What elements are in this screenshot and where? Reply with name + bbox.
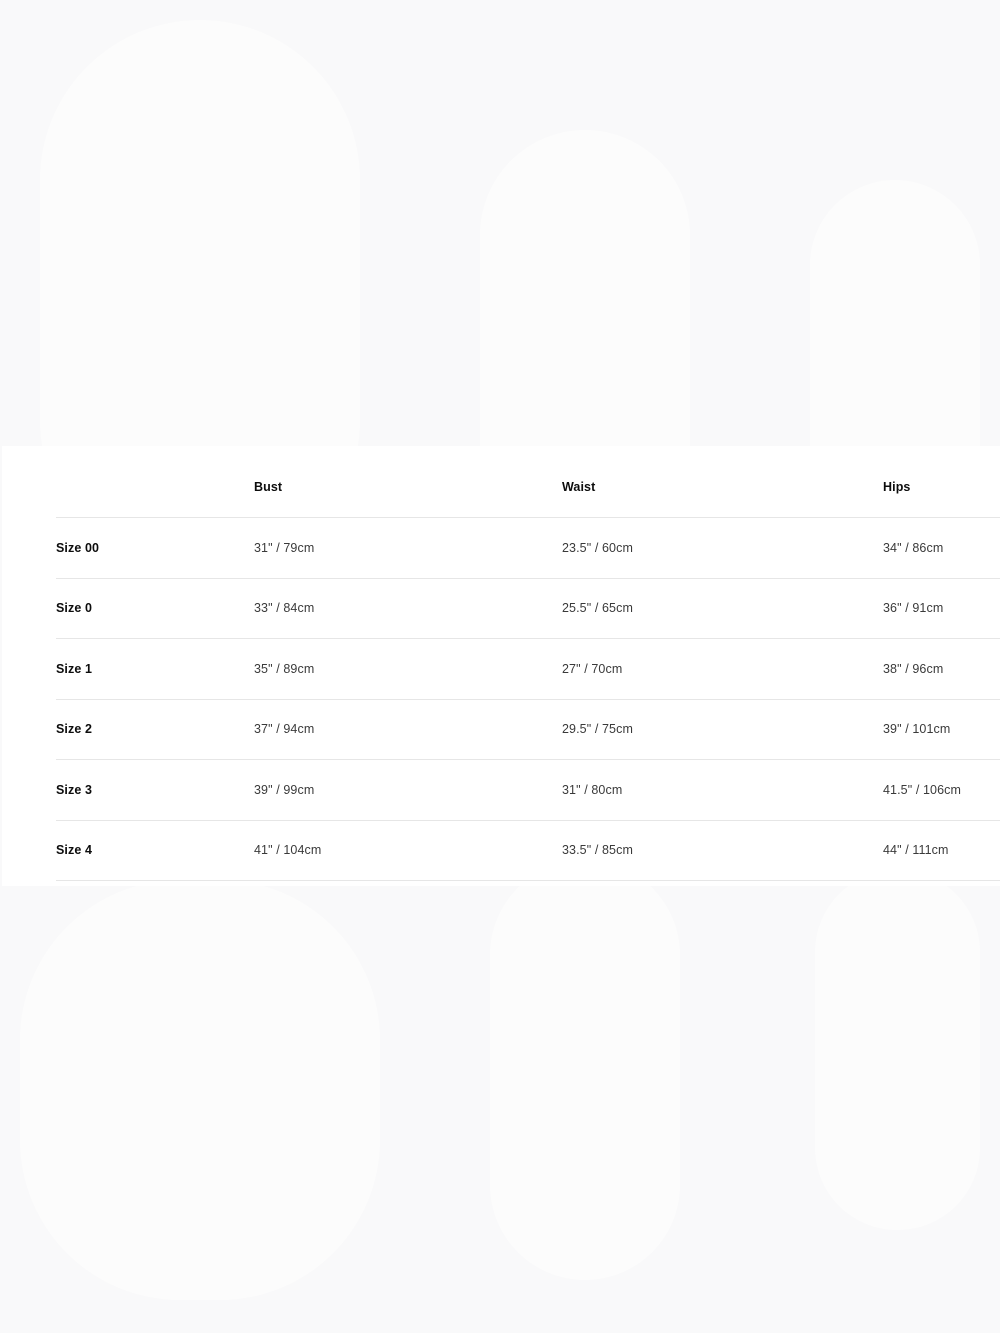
column-header-hips: Hips xyxy=(883,479,911,494)
table-row: Size 1 35" / 89cm 27" / 70cm 38" / 96cm xyxy=(56,639,1000,700)
size-label: Size 3 xyxy=(56,782,93,797)
table-header-row: Bust Waist Hips xyxy=(56,456,1000,518)
size-label: Size 2 xyxy=(56,722,93,737)
bust-value: 39" / 99cm xyxy=(254,782,315,797)
table-row: Size 00 31" / 79cm 23.5" / 60cm 34" / 86… xyxy=(56,518,1000,579)
size-label: Size 00 xyxy=(56,540,100,555)
waist-value: 29.5" / 75cm xyxy=(562,722,633,737)
size-chart-panel: Bust Waist Hips Size 00 31" / 79cm 23.5"… xyxy=(2,446,1000,886)
table-row: Size 2 37" / 94cm 29.5" / 75cm 39" / 101… xyxy=(56,700,1000,760)
size-label: Size 0 xyxy=(56,601,93,616)
background-silhouette xyxy=(20,880,380,1300)
bust-value: 35" / 89cm xyxy=(254,661,315,676)
hips-value: 39" / 101cm xyxy=(883,722,951,737)
hips-value: 44" / 111cm xyxy=(883,843,949,858)
bust-value: 41" / 104cm xyxy=(254,843,322,858)
size-chart-table: Bust Waist Hips Size 00 31" / 79cm 23.5"… xyxy=(56,456,1000,881)
waist-value: 25.5" / 65cm xyxy=(562,601,633,616)
hips-value: 38" / 96cm xyxy=(883,661,944,676)
hips-value: 41.5" / 106cm xyxy=(883,782,962,797)
column-header-waist: Waist xyxy=(562,479,596,494)
waist-value: 27" / 70cm xyxy=(562,661,623,676)
bust-value: 31" / 79cm xyxy=(254,540,315,555)
background-silhouette xyxy=(490,860,680,1280)
size-label: Size 1 xyxy=(56,661,93,676)
waist-value: 31" / 80cm xyxy=(562,782,623,797)
table-row: Size 0 33" / 84cm 25.5" / 65cm 36" / 91c… xyxy=(56,579,1000,639)
hips-value: 36" / 91cm xyxy=(883,601,944,616)
waist-value: 23.5" / 60cm xyxy=(562,540,633,555)
hips-value: 34" / 86cm xyxy=(883,540,944,555)
table-row: Size 4 41" / 104cm 33.5" / 85cm 44" / 11… xyxy=(56,821,1000,881)
waist-value: 33.5" / 85cm xyxy=(562,843,633,858)
size-label: Size 4 xyxy=(56,843,93,858)
column-header-bust: Bust xyxy=(254,479,283,494)
bust-value: 33" / 84cm xyxy=(254,601,315,616)
background-silhouette xyxy=(815,870,980,1230)
bust-value: 37" / 94cm xyxy=(254,722,315,737)
table-row: Size 3 39" / 99cm 31" / 80cm 41.5" / 106… xyxy=(56,760,1000,821)
